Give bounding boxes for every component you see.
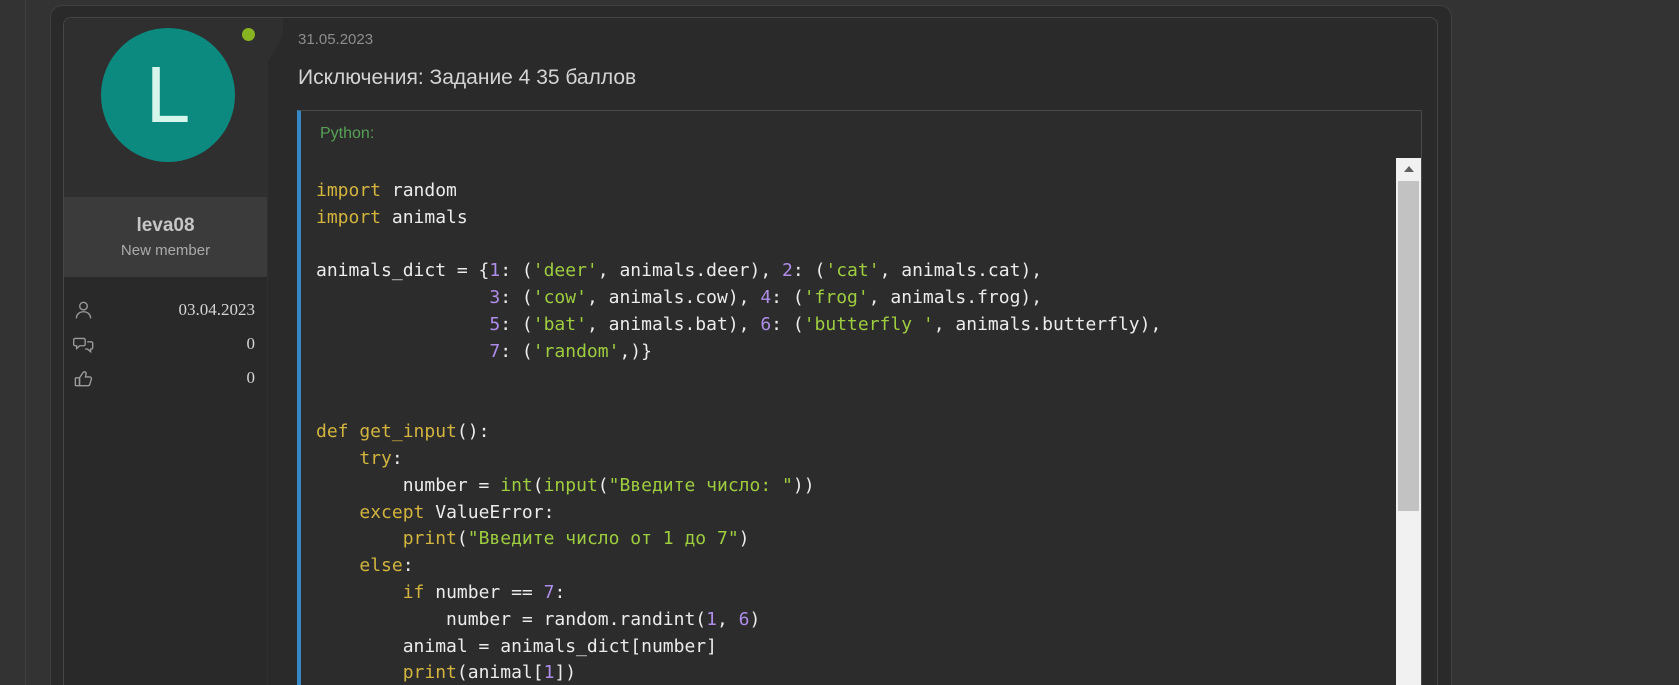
messages-icon (72, 333, 95, 356)
message-bubble-tail (267, 18, 283, 64)
avatar-letter: L (146, 55, 191, 135)
scrollbar-thumb[interactable] (1398, 181, 1419, 511)
username-link[interactable]: leva08 (136, 215, 194, 237)
code-line: 3: ('cow', animals.cow), 4: ('frog', ani… (316, 285, 1396, 312)
code-line: import animals (316, 205, 1396, 232)
stat-row-reactions: 0 (72, 361, 255, 395)
scrollbar-up-arrow-icon (1404, 166, 1414, 172)
code-line: if number == 7: (316, 580, 1396, 607)
page-left-rule (25, 0, 26, 685)
code-line: 5: ('bat', animals.bat), 6: ('butterfly … (316, 312, 1396, 339)
stat-row-joined: 03.04.2023 (72, 293, 255, 327)
online-indicator (242, 28, 255, 41)
message-card: L leva08 New member 03.04.2023 (63, 17, 1438, 685)
code-line: print(animal[1]) (316, 660, 1396, 685)
code-line (316, 366, 1396, 393)
code-line: number = random.randint(1, 6) (316, 607, 1396, 634)
code-vertical-scrollbar[interactable] (1396, 158, 1421, 685)
code-language-label: Python: (301, 111, 374, 157)
stat-row-messages: 0 (72, 327, 255, 361)
user-stats: 03.04.2023 0 0 (64, 277, 267, 685)
code-line: def get_input(): (316, 419, 1396, 446)
post-content-area: 31.05.2023 Исключения: Задание 4 35 балл… (297, 18, 1439, 685)
code-line: animals_dict = {1: ('deer', animals.deer… (316, 258, 1396, 285)
code-line: 7: ('random',)} (316, 339, 1396, 366)
code-line: print("Введите число от 1 до 7") (316, 526, 1396, 553)
message-count-value: 0 (247, 334, 256, 354)
joined-date-value: 03.04.2023 (179, 300, 256, 320)
code-line: try: (316, 446, 1396, 473)
code-content[interactable]: import randomimport animals animals_dict… (301, 158, 1396, 685)
avatar-section: L (64, 18, 267, 197)
code-line (316, 392, 1396, 419)
thumbs-up-icon (72, 367, 95, 390)
avatar[interactable]: L (101, 28, 235, 162)
code-line: import random (316, 178, 1396, 205)
code-block: Python: import randomimport animals anim… (297, 110, 1422, 685)
post-date: 31.05.2023 (298, 31, 373, 48)
username-band: leva08 New member (64, 197, 267, 277)
user-cell: L leva08 New member 03.04.2023 (64, 18, 268, 685)
code-line: except ValueError: (316, 500, 1396, 527)
reaction-count-value: 0 (247, 368, 256, 388)
code-line: animal = animals_dict[number] (316, 634, 1396, 661)
code-line: number = int(input("Введите число: ")) (316, 473, 1396, 500)
post-title: Исключения: Задание 4 35 баллов (298, 66, 636, 90)
scrollbar-up-button[interactable] (1396, 158, 1421, 179)
user-role: New member (121, 242, 210, 259)
code-line: else: (316, 553, 1396, 580)
code-line (316, 232, 1396, 259)
forum-post-page: L leva08 New member 03.04.2023 (0, 0, 1679, 685)
user-icon (72, 299, 95, 322)
